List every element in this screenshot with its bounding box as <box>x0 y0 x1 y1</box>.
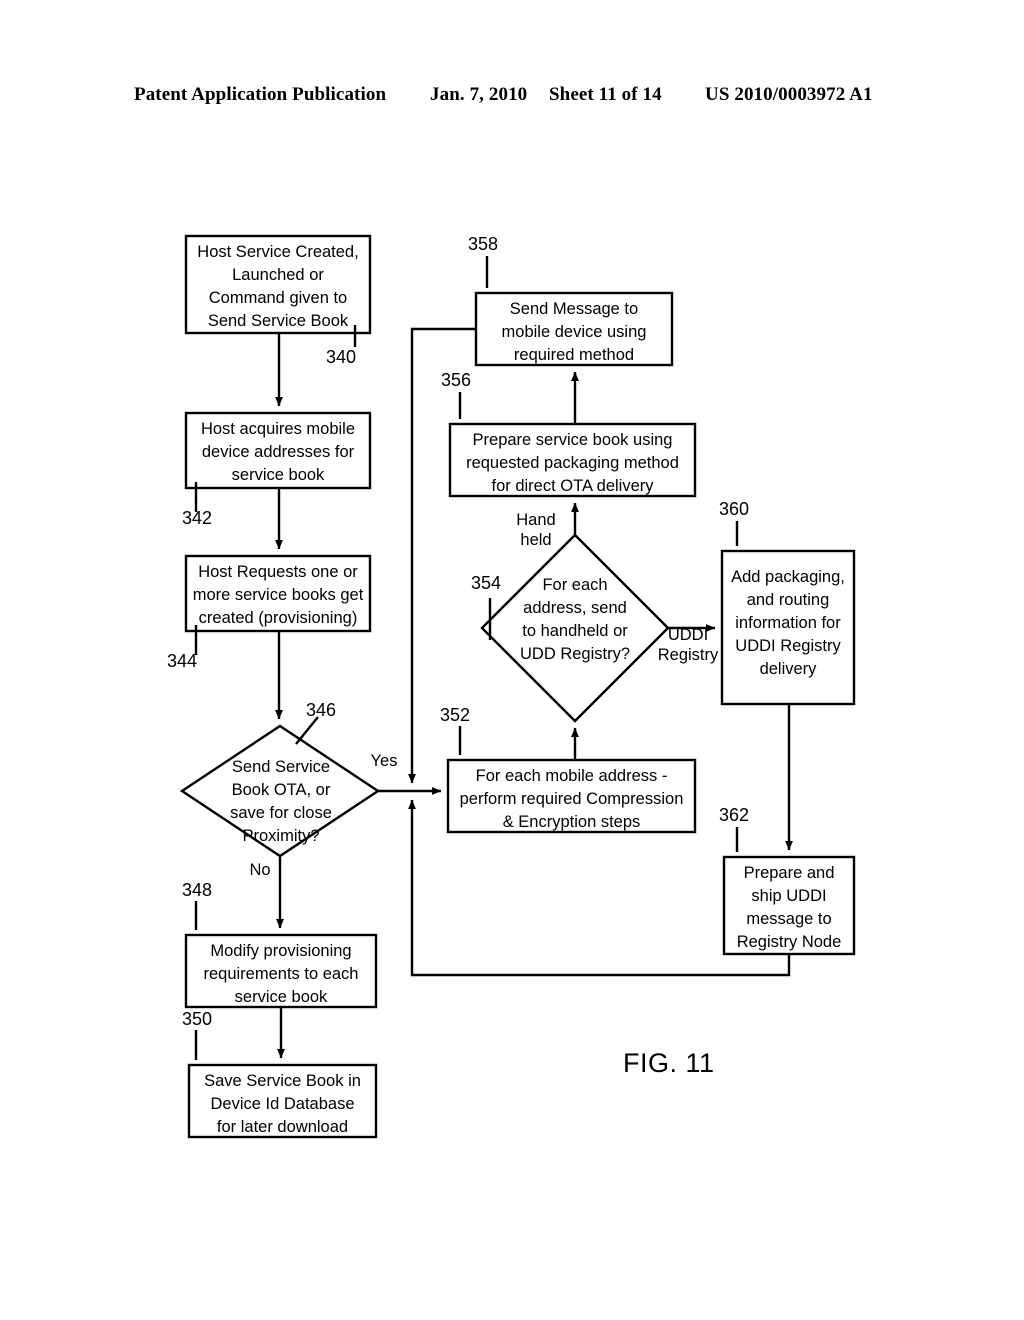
ref-numeral-350: 350 <box>182 1009 213 1029</box>
node-label-346: Send Service Book OTA, or save for close… <box>230 758 332 845</box>
edge-label-no: No <box>249 861 271 879</box>
node-label-354: For each address, send to handheld or UD… <box>519 576 631 663</box>
ref-numeral-352: 352 <box>440 705 471 725</box>
ref-numeral-354: 354 <box>471 573 502 593</box>
node-label-344: Host Requests one or more service books … <box>192 563 364 627</box>
node-label-340: Host Service Created, Launched or Comman… <box>197 243 359 330</box>
node-label-358: Send Message to mobile device using requ… <box>501 300 647 364</box>
ref-numeral-356: 356 <box>441 370 472 390</box>
node-label-348: Modify provisioning requirements to each… <box>203 942 359 1006</box>
node-label-352: For each mobile address - perform requir… <box>459 767 684 831</box>
node-label-360: Add packaging, and routing information f… <box>731 568 845 678</box>
node-label-362: Prepare and ship UDDI message to Registr… <box>736 864 842 951</box>
node-label-350: Save Service Book in Device Id Database … <box>204 1072 361 1136</box>
leader-346 <box>295 716 319 745</box>
ref-numeral-362: 362 <box>719 805 750 825</box>
node-label-342: Host acquires mobile device addresses fo… <box>200 420 356 484</box>
ref-numeral-348: 348 <box>182 880 213 900</box>
patent-sheet: Patent Application Publication Jan. 7, 2… <box>0 0 1024 1320</box>
ref-numeral-360: 360 <box>719 499 750 519</box>
ref-numeral-340: 340 <box>326 347 357 367</box>
ref-numeral-344: 344 <box>167 651 198 671</box>
ref-numeral-358: 358 <box>468 234 499 254</box>
edge-label-uddi-registry: UDDI Registry <box>657 626 719 664</box>
ref-numeral-346: 346 <box>306 700 337 720</box>
node-label-356: Prepare service book using requested pac… <box>466 431 679 495</box>
edge-label-handheld: Hand held <box>516 511 556 549</box>
ref-numeral-342: 342 <box>182 508 213 528</box>
edge-label-yes: Yes <box>370 752 398 770</box>
figure-caption: FIG. 11 <box>623 1048 715 1078</box>
